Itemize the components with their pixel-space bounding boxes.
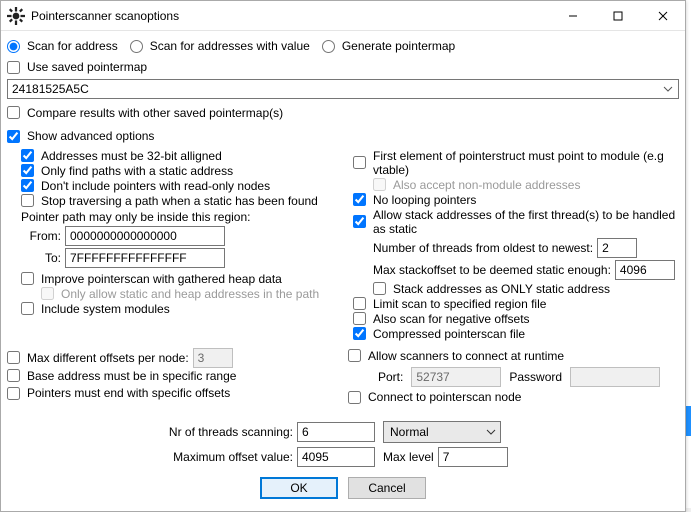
to-field[interactable] — [65, 248, 225, 268]
to-label: To: — [21, 251, 61, 265]
radio-scan-for-addresses-with-value[interactable]: Scan for addresses with value — [130, 39, 310, 53]
radio-generate-pointermap[interactable]: Generate pointermap — [322, 39, 455, 53]
cb-label: Also accept non-module addresses — [393, 178, 580, 192]
maximize-button[interactable] — [595, 1, 640, 30]
max-level-label: Max level — [383, 450, 434, 464]
cb-allow-stack[interactable]: Allow stack addresses of the first threa… — [353, 208, 679, 236]
num-threads-field[interactable] — [597, 238, 637, 258]
cb-include-system-modules[interactable]: Include system modules — [21, 302, 347, 316]
cb-first-element-module[interactable]: First element of pointerstruct must poin… — [353, 149, 679, 177]
cb-label: No looping pointers — [373, 193, 476, 207]
radio-label: Scan for addresses with value — [150, 39, 310, 53]
cb-label: Compare results with other saved pointer… — [27, 106, 283, 120]
cb-label: Limit scan to specified region file — [373, 297, 546, 311]
max-offset-field[interactable] — [297, 447, 375, 467]
radio-label: Generate pointermap — [342, 39, 455, 53]
btn-label: Cancel — [368, 481, 405, 495]
cb-also-nonmodule: Also accept non-module addresses — [373, 178, 679, 192]
from-label: From: — [21, 229, 61, 243]
max-diff-offsets-field — [193, 348, 233, 368]
port-field — [411, 367, 501, 387]
minimize-button[interactable] — [550, 1, 595, 30]
cb-connect-node[interactable]: Connect to pointerscan node — [348, 390, 521, 404]
dialog-window: Pointerscanner scanoptions Scan for addr… — [0, 0, 686, 512]
max-offset-label: Maximum offset value: — [7, 450, 297, 464]
cb-label: Max different offsets per node: — [27, 351, 189, 365]
cb-label: Only allow static and heap addresses in … — [61, 287, 319, 301]
cb-stack-only-static[interactable]: Stack addresses as ONLY static address — [373, 282, 679, 296]
close-button[interactable] — [640, 1, 685, 30]
cb-max-diff-offsets[interactable]: Max different offsets per node: — [7, 351, 189, 365]
cancel-button[interactable]: Cancel — [348, 477, 426, 499]
cb-label: Show advanced options — [27, 129, 154, 143]
region-label: Pointer path may only be inside this reg… — [21, 210, 250, 224]
cb-label: Allow stack addresses of the first threa… — [373, 208, 679, 236]
app-icon — [7, 7, 25, 25]
cb-label: Improve pointerscan with gathered heap d… — [41, 272, 282, 286]
cb-label: Also scan for negative offsets — [373, 312, 530, 326]
cb-label: Stack addresses as ONLY static address — [393, 282, 610, 296]
cb-no-looping[interactable]: No looping pointers — [353, 193, 679, 207]
cb-compressed-file[interactable]: Compressed pointerscan file — [353, 327, 679, 341]
cb-use-saved-pointermap[interactable]: Use saved pointermap — [7, 60, 147, 74]
radio-label: Scan for address — [27, 39, 118, 53]
cb-label: Compressed pointerscan file — [373, 327, 525, 341]
cb-label: Connect to pointerscan node — [368, 390, 521, 404]
nr-threads-field[interactable] — [297, 422, 375, 442]
cb-label: Allow scanners to connect at runtime — [368, 349, 564, 363]
priority-value: Normal — [390, 425, 429, 439]
cb-no-readonly-nodes[interactable]: Don't include pointers with read-only no… — [21, 179, 347, 193]
num-threads-label: Number of threads from oldest to newest: — [373, 241, 593, 255]
radio-scan-for-address[interactable]: Scan for address — [7, 39, 118, 53]
cb-show-advanced[interactable]: Show advanced options — [7, 129, 154, 143]
cb-compare-results[interactable]: Compare results with other saved pointer… — [7, 106, 283, 120]
cb-addresses-32bit[interactable]: Addresses must be 32-bit alligned — [21, 149, 347, 163]
chevron-down-icon — [486, 422, 496, 442]
cb-label: Don't include pointers with read-only no… — [41, 179, 270, 193]
btn-label: OK — [290, 481, 307, 495]
cb-improve-heap[interactable]: Improve pointerscan with gathered heap d… — [21, 272, 347, 286]
cb-label: First element of pointerstruct must poin… — [373, 149, 679, 177]
address-combo-value: 24181525A5C — [12, 82, 89, 96]
cb-stop-on-static[interactable]: Stop traversing a path when a static has… — [21, 194, 347, 208]
cb-label: Stop traversing a path when a static has… — [41, 194, 318, 208]
nr-threads-label: Nr of threads scanning: — [7, 425, 297, 439]
window-title: Pointerscanner scanoptions — [31, 9, 550, 23]
max-stackoffset-label: Max stackoffset to be deemed static enou… — [373, 263, 611, 277]
cb-allow-runtime-scanners[interactable]: Allow scanners to connect at runtime — [348, 349, 564, 363]
max-level-field[interactable] — [438, 447, 508, 467]
cb-label: Pointers must end with specific offsets — [27, 386, 230, 400]
cb-label: Include system modules — [41, 302, 170, 316]
max-stackoffset-field[interactable] — [615, 260, 675, 280]
titlebar: Pointerscanner scanoptions — [1, 1, 685, 31]
from-field[interactable] — [65, 226, 225, 246]
cb-only-static-heap: Only allow static and heap addresses in … — [41, 287, 347, 301]
cb-end-specific-offsets[interactable]: Pointers must end with specific offsets — [7, 386, 230, 400]
cb-label: Use saved pointermap — [27, 60, 147, 74]
password-field — [570, 367, 660, 387]
cb-label: Base address must be in specific range — [27, 369, 236, 383]
password-label: Password — [509, 370, 562, 384]
ok-button[interactable]: OK — [260, 477, 338, 499]
cb-label: Addresses must be 32-bit alligned — [41, 149, 222, 163]
priority-dropdown[interactable]: Normal — [383, 421, 501, 443]
port-label: Port: — [378, 370, 403, 384]
cb-label: Only find paths with a static address — [41, 164, 233, 178]
cb-base-in-range[interactable]: Base address must be in specific range — [7, 369, 236, 383]
chevron-down-icon — [660, 82, 676, 96]
cb-negative-offsets[interactable]: Also scan for negative offsets — [353, 312, 679, 326]
cb-limit-region-file[interactable]: Limit scan to specified region file — [353, 297, 679, 311]
cb-only-static[interactable]: Only find paths with a static address — [21, 164, 347, 178]
address-combo[interactable]: 24181525A5C — [7, 79, 679, 99]
